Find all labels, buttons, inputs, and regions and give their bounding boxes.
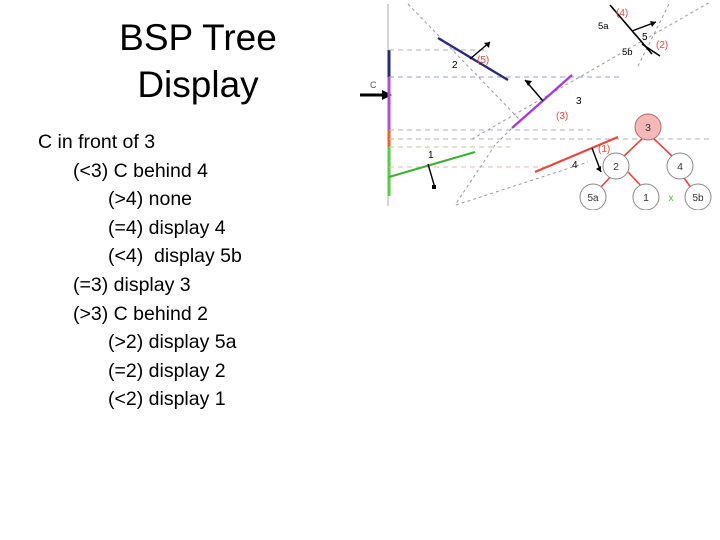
viewer-label: C	[370, 80, 377, 90]
segment-5-label: 5	[642, 32, 648, 43]
segment-4-label: 4	[572, 160, 578, 171]
tree-node-2-label: 2	[613, 161, 619, 173]
segment-2-label: 2	[452, 60, 458, 71]
tree-node-1-label: 1	[643, 192, 649, 204]
outline-line: (<2) display 1	[108, 388, 226, 411]
segment-2-order: (5)	[477, 55, 489, 66]
outline-line: (>3) C behind 2	[73, 302, 208, 325]
projection-guides	[389, 49, 710, 168]
outline-line: (=4) display 4	[108, 216, 226, 239]
segment-1-label: 1	[428, 150, 434, 161]
segment-1: 1	[388, 150, 476, 189]
segment-5-order: (2)	[656, 40, 668, 51]
outline-body: C in front of 3 (<3) C behind 4 (>4) non…	[38, 128, 398, 414]
segment-3-order: (3)	[556, 111, 568, 122]
splitting-plane-extensions	[407, 1, 711, 206]
outline-line: C in front of 3	[38, 131, 156, 153]
tree-node-5a-label: 5a	[587, 193, 599, 204]
outline-line: (<4) display 5b	[108, 245, 242, 268]
outline-line: (>2) display 5a	[108, 331, 237, 354]
page-title: BSP Tree Display	[119, 17, 277, 105]
viewer-marker: C	[360, 80, 392, 100]
tree-marker-x: x	[668, 192, 674, 204]
segment-2: 2 (5)	[437, 36, 509, 82]
bsp-diagram: C 2 (5) 3 (3) 1 4 (1) 5a 5b 5 (4) (2) 3 …	[360, 0, 720, 210]
slide-canvas: BSP Tree Display C in front of 3 (<3) C …	[0, 0, 720, 540]
outline-line: (<3) C behind 4	[73, 159, 208, 182]
segment-3-label: 3	[576, 96, 582, 107]
segment-4-order: (1)	[598, 144, 610, 155]
segment-5a-order: (4)	[616, 8, 628, 19]
segment-3: 3 (3)	[511, 74, 582, 129]
tree-node-5b-label: 5b	[692, 193, 704, 204]
tree-node-root-label: 3	[645, 122, 651, 134]
segment-5b-label: 5b	[622, 47, 633, 58]
outline-line: (=2) display 2	[108, 359, 226, 382]
tree-node-4-label: 4	[677, 161, 683, 173]
outline-line: (>4) none	[108, 188, 193, 211]
outline-line: (=3) display 3	[73, 273, 191, 296]
bsp-diagram-svg: C 2 (5) 3 (3) 1 4 (1) 5a 5b 5 (4) (2) 3 …	[360, 1, 712, 210]
bsp-tree: 3 2 4 5a 1 5b x	[579, 113, 712, 210]
segment-5a-label: 5a	[598, 21, 609, 32]
segment-5-group: 5a 5b 5 (4) (2)	[598, 4, 668, 58]
